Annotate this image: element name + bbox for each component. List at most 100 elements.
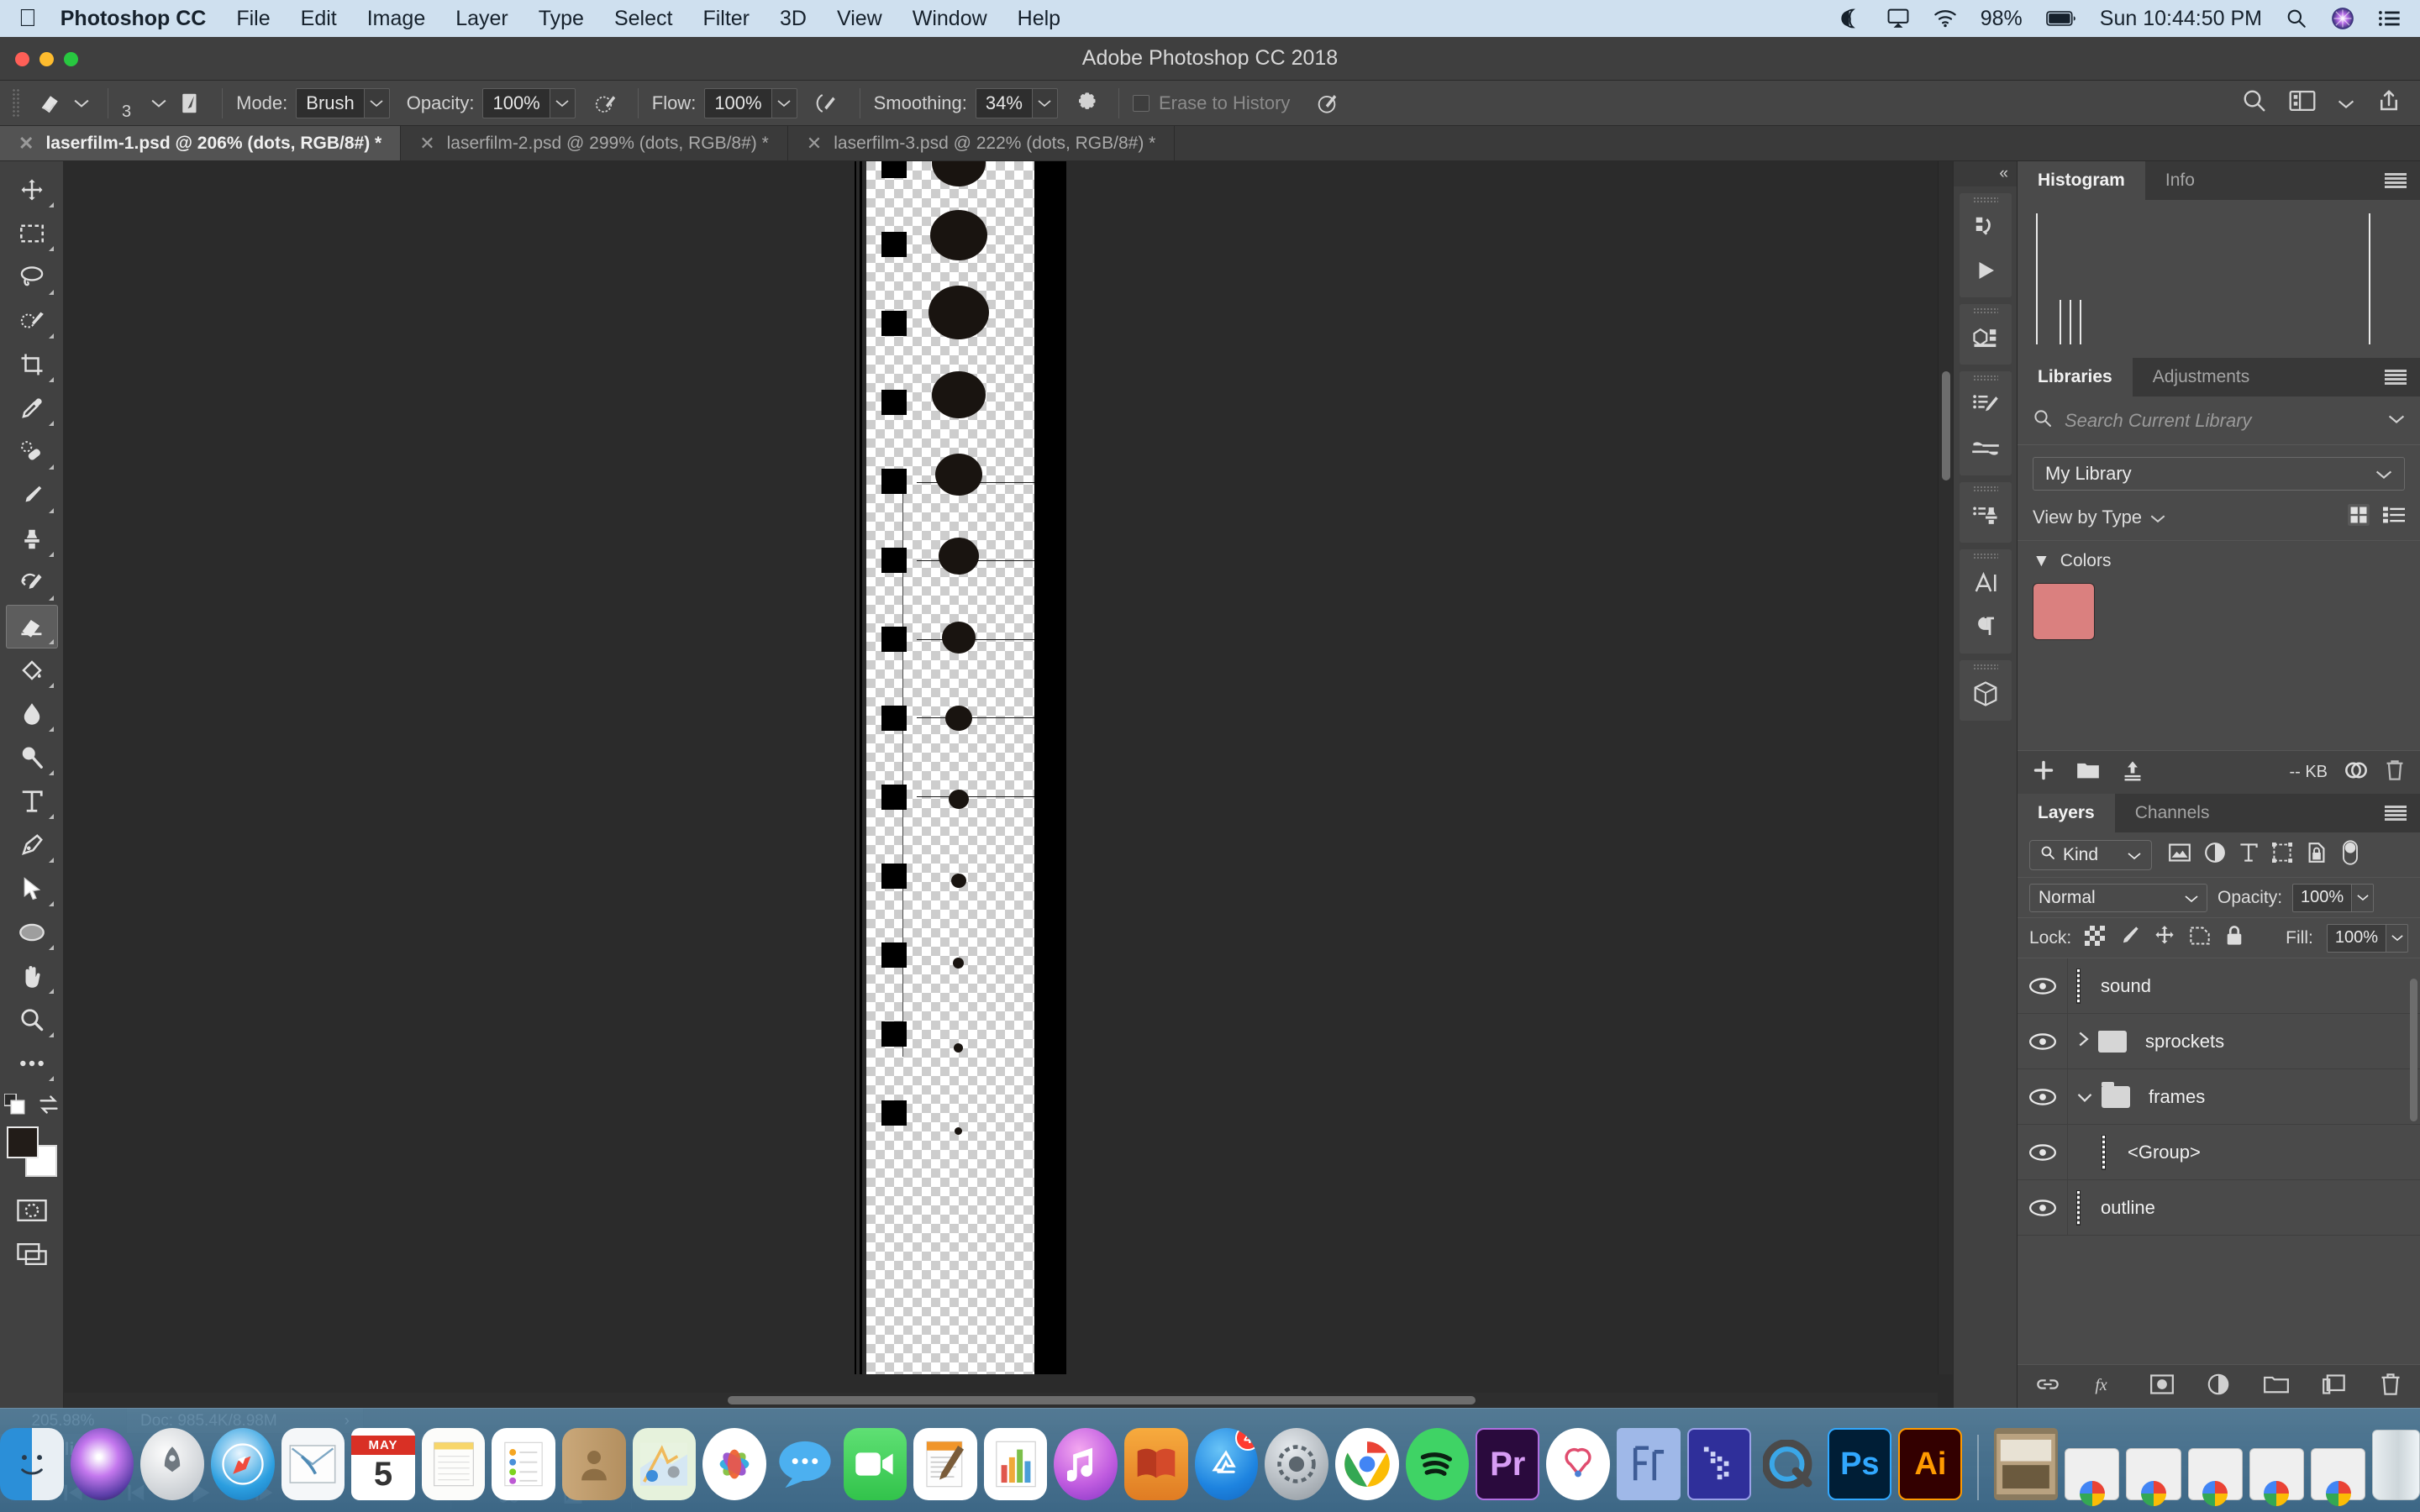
upload-icon[interactable] (2122, 759, 2144, 785)
layer-thumbnail[interactable] (2076, 968, 2081, 1004)
trash-icon[interactable] (2385, 759, 2405, 785)
hamburger-icon[interactable] (2385, 370, 2407, 385)
dock-app-finder[interactable] (0, 1428, 64, 1500)
chevron-down-icon[interactable] (2388, 413, 2405, 428)
close-window-button[interactable] (15, 52, 29, 66)
actions-play-icon[interactable] (1962, 249, 2009, 292)
quick-mask-icon[interactable] (6, 1189, 58, 1232)
dock-app-adobe-premiere-pro[interactable]: Pr (1476, 1428, 1540, 1500)
dock-app-itunes[interactable] (1054, 1428, 1118, 1500)
trash-icon[interactable] (2380, 1373, 2402, 1400)
mask-icon[interactable] (2150, 1374, 2175, 1399)
layer-content[interactable]: sound (2068, 968, 2151, 1004)
layer-kind-filter[interactable]: Kind (2029, 839, 2153, 870)
dock-app-adobe-illustrator[interactable]: Ai (1898, 1428, 1963, 1500)
layers-list[interactable]: sound sprockets frames <Group> outline (2018, 958, 2420, 1364)
dock-app-quicktime[interactable] (1758, 1428, 1822, 1500)
dock-minimized-chrome-window[interactable] (2311, 1448, 2366, 1500)
dock-minimized-finder-window[interactable] (1994, 1428, 2058, 1500)
chevron-down-icon[interactable] (2386, 923, 2408, 953)
move-tool[interactable] (6, 168, 58, 212)
colors-section-header[interactable]: ▼ Colors (2033, 551, 2405, 571)
double-chevron-left-icon[interactable]: « (1954, 161, 2017, 186)
menubar-app-name[interactable]: Photoshop CC (60, 7, 207, 31)
search-icon[interactable] (2242, 88, 2267, 118)
color-swatch-item[interactable] (2033, 583, 2095, 640)
dock-app-adobe-photoshop[interactable]: Ps (1828, 1428, 1892, 1500)
clone-stamp-tool[interactable] (6, 517, 58, 561)
apple-logo-icon[interactable]:  (18, 6, 37, 31)
layer-opacity-input[interactable]: 100% (2292, 883, 2375, 912)
eyedropper-tool[interactable] (6, 386, 58, 430)
opacity-value[interactable]: 100% (2292, 883, 2353, 912)
layer-row-frames[interactable]: frames (2018, 1069, 2420, 1125)
filter-toggle-icon[interactable] (2341, 839, 2360, 870)
trash-icon[interactable] (2372, 1430, 2420, 1500)
dock-app-system-preferences[interactable] (1265, 1428, 1328, 1500)
chevron-right-icon[interactable] (2076, 1031, 2090, 1053)
scrollbar-thumb[interactable] (1942, 371, 1950, 480)
dock-app-launchpad[interactable] (140, 1428, 204, 1500)
dodge-tool[interactable] (6, 736, 58, 780)
eraser-icon[interactable] (32, 87, 69, 120)
airplay-icon[interactable] (1886, 8, 1910, 29)
document-artwork[interactable] (855, 161, 1066, 1374)
mode-value[interactable]: Brush (296, 87, 365, 118)
workspace-icon[interactable] (2289, 90, 2316, 117)
tab-libraries[interactable]: Libraries (2018, 358, 2133, 396)
tab-layers[interactable]: Layers (2018, 794, 2115, 832)
chevron-down-icon[interactable] (2352, 883, 2375, 912)
lock-artboard-icon[interactable] (2189, 926, 2211, 950)
screen-mode-icon[interactable] (6, 1232, 58, 1276)
airbrush-icon[interactable] (809, 87, 846, 120)
battery-icon[interactable] (2046, 10, 2076, 27)
smoothing-input[interactable]: 34% (975, 87, 1058, 118)
history-icon[interactable] (1962, 205, 2009, 249)
layer-row-group[interactable]: <Group> (2018, 1125, 2420, 1180)
3d-icon[interactable] (1962, 672, 2009, 716)
menu-help[interactable]: Help (1018, 7, 1060, 31)
layer-visibility-eye-icon[interactable] (2018, 1014, 2068, 1068)
quick-selection-tool[interactable] (6, 299, 58, 343)
crop-tool[interactable] (6, 343, 58, 386)
dock-minimized-chrome-window[interactable] (2064, 1448, 2120, 1500)
default-colors-icon[interactable] (3, 1093, 26, 1120)
minimize-window-button[interactable] (39, 52, 54, 66)
healing-brush-tool[interactable] (6, 430, 58, 474)
3d-properties-icon[interactable] (1962, 316, 2009, 360)
swap-arrows-icon[interactable] (38, 1095, 60, 1118)
list-view-icon[interactable] (2383, 506, 2405, 528)
menu-file[interactable]: File (236, 7, 270, 31)
dock-app-reminders[interactable] (492, 1428, 556, 1500)
canvas-vertical-scrollbar[interactable] (1938, 161, 1953, 1374)
dock-app-ibooks[interactable] (1124, 1428, 1188, 1500)
menu-edit[interactable]: Edit (301, 7, 337, 31)
dock-minimized-chrome-window[interactable] (2187, 1448, 2243, 1500)
tab-channels[interactable]: Channels (2115, 794, 2230, 832)
control-center-list-icon[interactable] (2378, 9, 2402, 28)
close-icon[interactable]: ✕ (807, 133, 822, 155)
type-tool[interactable] (6, 780, 58, 823)
brushes-icon[interactable] (1962, 383, 2009, 427)
menu-layer[interactable]: Layer (455, 7, 508, 31)
flow-value[interactable]: 100% (704, 87, 772, 118)
lock-position-icon[interactable] (2154, 925, 2175, 951)
lock-all-icon[interactable] (2224, 925, 2244, 951)
canvas-area[interactable] (64, 161, 1953, 1408)
dock-minimized-chrome-window[interactable] (2126, 1448, 2181, 1500)
clone-source-icon[interactable] (1962, 494, 2009, 538)
rectangular-marquee-tool[interactable] (6, 212, 58, 255)
pressure-opacity-icon[interactable] (587, 87, 624, 120)
smoothing-value[interactable]: 34% (975, 87, 1033, 118)
pressure-size-icon[interactable] (1308, 87, 1345, 120)
hand-tool[interactable] (6, 954, 58, 998)
layer-thumbnail[interactable] (2102, 1134, 2106, 1170)
layer-content[interactable]: outline (2068, 1189, 2155, 1226)
layer-fill-input[interactable]: 100% (2326, 923, 2408, 953)
panel-menu-button[interactable] (2385, 794, 2420, 832)
zoom-tool[interactable] (6, 998, 58, 1042)
close-icon[interactable]: ✕ (18, 133, 34, 155)
new-group-icon[interactable] (2263, 1374, 2289, 1399)
dock-app-google-chrome[interactable] (1334, 1428, 1399, 1500)
gear-icon[interactable] (1068, 87, 1105, 120)
